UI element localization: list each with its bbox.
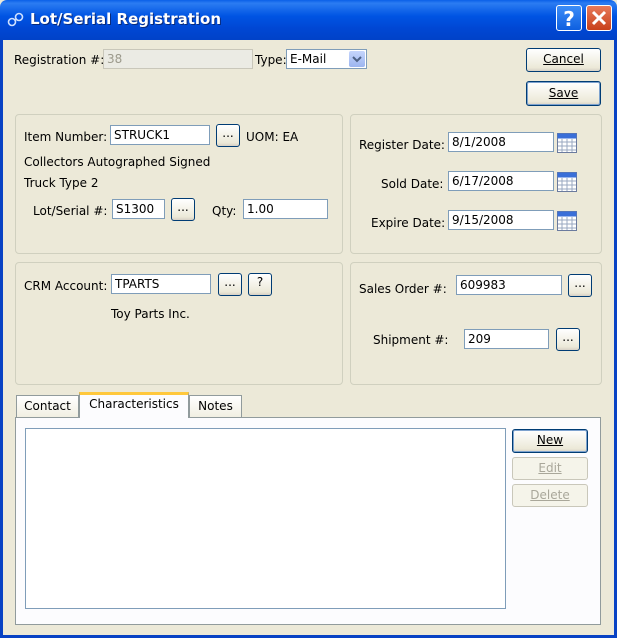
shipment-field[interactable]: 209 [464,329,549,349]
save-button[interactable]: Save [526,81,601,106]
shipment-label: Shipment #: [373,333,449,347]
registration-label: Registration #: [14,53,105,67]
sales-order-field[interactable]: 609983 [456,275,562,295]
delete-button-label: Delete [530,488,570,502]
expire-date-calendar-icon[interactable] [557,211,577,231]
qty-field[interactable]: 1.00 [243,199,328,219]
type-select[interactable]: E-Mail [286,49,367,69]
new-button[interactable]: New [512,429,588,453]
qty-label: Qty: [212,204,237,218]
register-date-calendar-icon[interactable] [557,133,577,153]
close-icon [591,10,607,26]
cancel-button[interactable]: Cancel [526,48,601,72]
lot-serial-field[interactable]: S1300 [112,199,165,219]
crm-account-label: CRM Account: [24,279,108,293]
window-title: Lot/Serial Registration [30,10,222,28]
window-frame-left [0,40,3,638]
new-button-label: New [536,433,564,447]
chevron-down-icon[interactable] [349,51,365,67]
lot-serial-label: Lot/Serial #: [33,204,108,218]
sales-order-label: Sales Order #: [359,282,447,296]
sold-date-label: Sold Date: [381,177,444,191]
crm-account-field[interactable]: TPARTS [111,274,211,294]
register-date-label: Register Date: [359,138,445,152]
crm-info-button[interactable]: ? [248,273,272,296]
tab-contact[interactable]: Contact [16,395,79,417]
shipment-lookup-button[interactable]: ... [556,328,580,351]
characteristics-list[interactable] [25,428,506,609]
item-number-label: Item Number: [24,130,108,144]
tab-notes[interactable]: Notes [189,395,242,417]
delete-button[interactable]: Delete [512,484,588,507]
sold-date-calendar-icon[interactable] [557,172,577,192]
uom-label: UOM: EA [246,130,299,144]
item-number-field[interactable]: STRUCK1 [110,125,210,145]
crm-lookup-button[interactable]: ... [218,273,242,296]
cancel-button-label: Cancel [543,52,584,66]
save-button-label: Save [548,86,579,100]
tab-characteristics[interactable]: Characteristics [79,392,189,418]
item-description-2: Truck Type 2 [24,176,99,190]
help-button[interactable]: ? [556,5,582,31]
close-button[interactable] [586,5,612,31]
item-description-1: Collectors Autographed Signed [24,155,211,169]
type-select-value: E-Mail [290,52,327,66]
crm-account-name: Toy Parts Inc. [111,307,190,321]
item-lookup-button[interactable]: ... [216,124,240,147]
type-label: Type: [255,53,287,67]
registration-number-field[interactable]: 38 [103,49,253,69]
register-date-field[interactable]: 8/1/2008 [448,132,554,152]
expire-date-label: Expire Date: [371,216,446,230]
expire-date-field[interactable]: 9/15/2008 [448,210,554,230]
edit-button-label: Edit [538,461,562,475]
lot-serial-lookup-button[interactable]: ... [171,198,195,221]
sold-date-field[interactable]: 6/17/2008 [448,171,554,191]
edit-button[interactable]: Edit [512,457,588,480]
sales-order-lookup-button[interactable]: ... [568,274,592,297]
app-icon [7,12,24,27]
